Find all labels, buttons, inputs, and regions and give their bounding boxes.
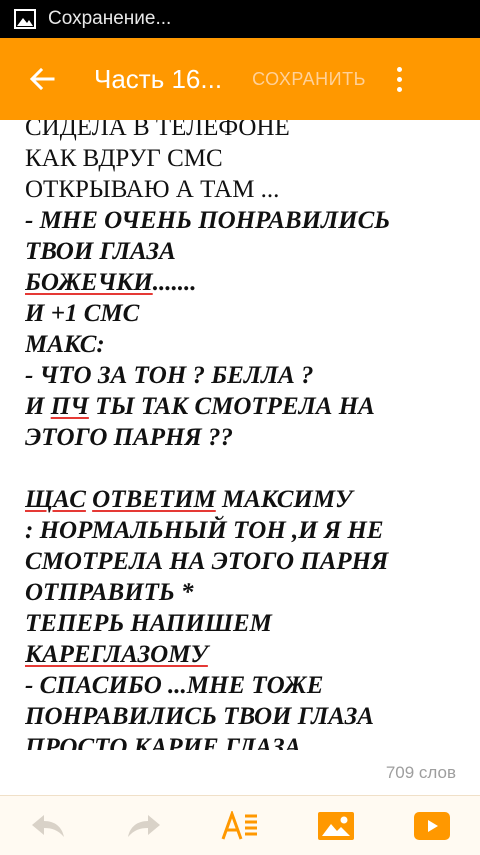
word-count: 709 слов: [385, 763, 456, 782]
editor-line: СИДЕЛА В ТЕЛЕФОНЕ: [25, 120, 290, 141]
text-format-button[interactable]: [210, 796, 270, 855]
editor-line: ОТПРАВИТЬ *: [25, 579, 194, 606]
misspelled-word[interactable]: БОЖЕЧКИ: [25, 269, 153, 296]
text-editor[interactable]: СИДЕЛА В ТЕЛЕФОНЕ КАК ВДРУГ СМС ОТКРЫВАЮ…: [25, 120, 465, 750]
more-vert-icon: [397, 66, 403, 72]
editor-line: СМОТРЕЛА НА ЭТОГО ПАРНЯ: [25, 548, 389, 575]
insert-video-button[interactable]: [402, 796, 462, 855]
editor-line: ТВОИ ГЛАЗА: [25, 238, 176, 265]
editor-line: И ПЧ ТЫ ТАК СМОТРЕЛА НА: [25, 393, 375, 420]
editor-line: БОЖЕЧКИ.......: [25, 269, 197, 296]
misspelled-word[interactable]: КАРЕГЛАЗОМУ: [25, 641, 208, 668]
redo-icon: [128, 814, 160, 837]
back-arrow-icon: [29, 67, 55, 91]
image-icon: [14, 9, 36, 29]
editor-line: ЭТОГО ПАРНЯ ??: [25, 424, 233, 451]
text-format-icon: [221, 810, 257, 840]
empty-line: [25, 453, 465, 484]
editor-line: ТЕПЕРЬ НАПИШЕМ: [25, 610, 272, 637]
insert-image-button[interactable]: [306, 796, 366, 855]
page-title: Часть 16...: [94, 63, 223, 94]
editor-line: - МНЕ ОЧЕНЬ ПОНРАВИЛИСЬ: [25, 207, 391, 234]
editor-line: ОТКРЫВАЮ А ТАМ ...: [25, 176, 280, 203]
editor-line: МАКС:: [25, 331, 105, 358]
back-button[interactable]: [14, 38, 70, 120]
editor-line: И +1 СМС: [25, 300, 140, 327]
app-bar: Часть 16... СОХРАНИТЬ: [0, 38, 480, 120]
editor-line: КАРЕГЛАЗОМУ: [25, 639, 465, 670]
misspelled-word[interactable]: ОТВЕТИМ: [92, 486, 216, 513]
editor-line: КАК ВДРУГ СМС: [25, 145, 223, 172]
editor-line: - ЧТО ЗА ТОН ? БЕЛЛА ?: [25, 362, 314, 389]
save-button[interactable]: СОХРАНИТЬ: [252, 69, 366, 90]
status-text: Сохранение...: [48, 8, 172, 29]
editor-line: - СПАСИБО ...МНЕ ТОЖЕ: [25, 672, 324, 699]
editor-line: ЩАС ОТВЕТИМ МАКСИМУ: [25, 486, 353, 513]
insert-video-icon: [414, 811, 450, 840]
editor-line: : НОРМАЛЬНЫЙ ТОН ,И Я НЕ: [25, 517, 384, 544]
undo-button[interactable]: [18, 796, 78, 855]
misspelled-word[interactable]: ЩАС: [25, 486, 86, 513]
misspelled-word[interactable]: ПЧ: [51, 393, 89, 420]
undo-icon: [32, 814, 64, 837]
editor-line: ПРОСТО КАРИЕ ГЛАЗА: [25, 734, 302, 750]
insert-image-icon: [318, 811, 354, 840]
editor-line: ПОНРАВИЛИСЬ ТВОИ ГЛАЗА: [25, 703, 374, 730]
redo-button[interactable]: [114, 796, 174, 855]
status-bar: Сохранение...: [0, 0, 480, 38]
overflow-menu-button[interactable]: [388, 38, 412, 120]
bottom-toolbar: [0, 795, 480, 855]
